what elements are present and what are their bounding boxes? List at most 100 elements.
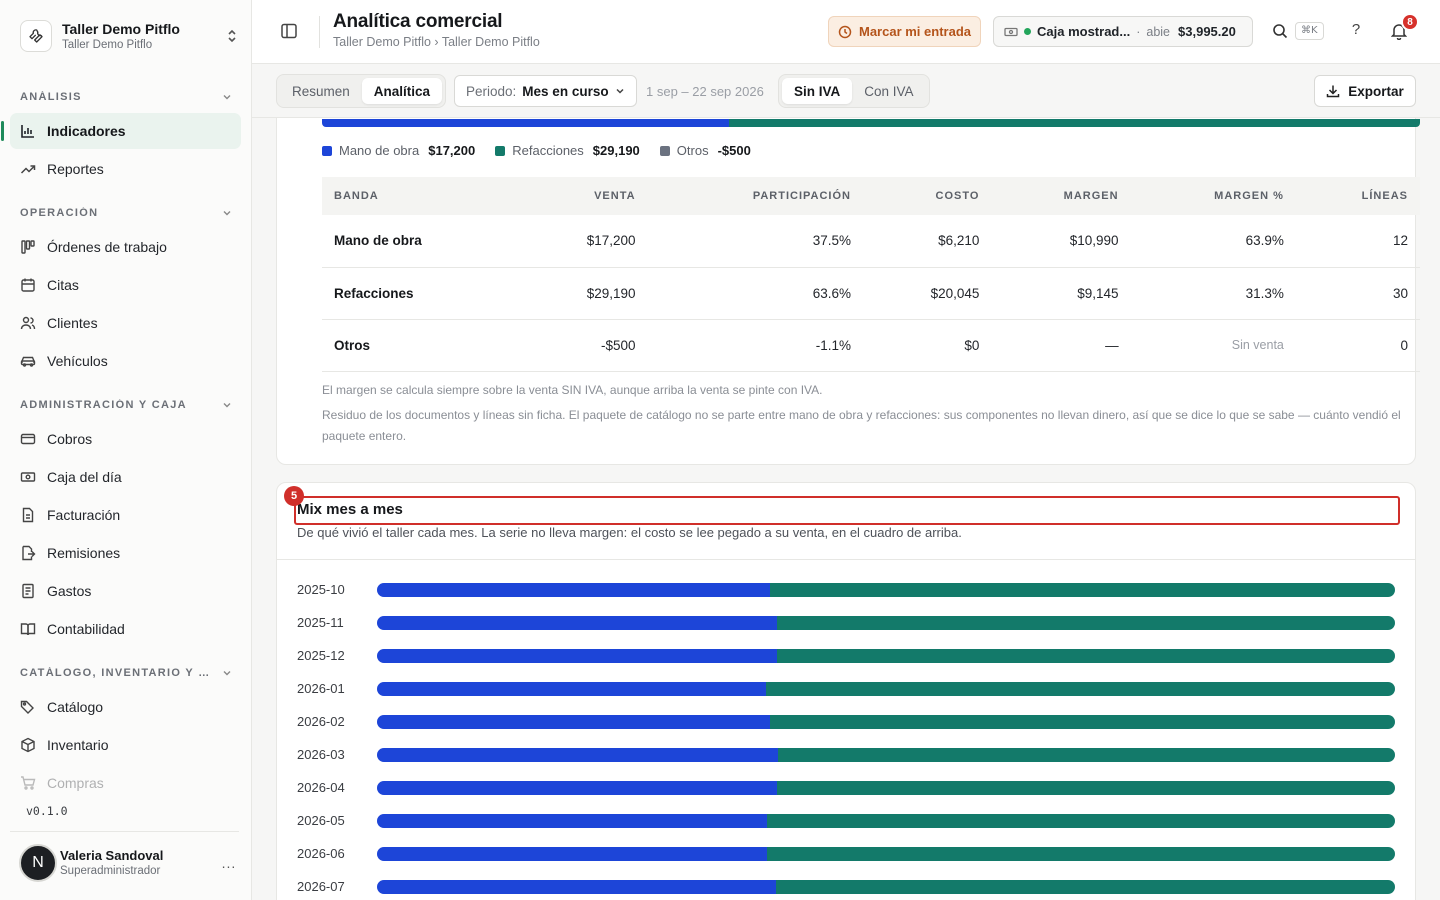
sidebar-item-remisiones[interactable]: Remisiones <box>10 535 241 571</box>
mix-row: 2026-01 <box>297 672 1395 705</box>
sidebar-item-inventario[interactable]: Inventario <box>10 727 241 763</box>
legend-item: Mano de obra $17,200 <box>322 143 475 158</box>
bands-card: Mano de obra $17,200 Refacciones $29,190… <box>276 118 1420 465</box>
sidebar-item-label: Inventario <box>47 737 109 753</box>
sidebar-item-cobros[interactable]: Cobros <box>10 421 241 457</box>
mix-segment-mano-de-obra <box>377 582 770 597</box>
section-operacion[interactable]: OPERACIÓN <box>20 207 232 219</box>
legend-value: $29,190 <box>592 143 640 158</box>
workspace-name: Taller Demo Pitflo <box>62 20 180 37</box>
mark-entry-label: Marcar mi entrada <box>859 24 971 39</box>
period-label: Periodo: <box>466 83 517 99</box>
sidebar-item-label: Caja del día <box>47 469 122 485</box>
col-header[interactable]: LÍNEAS <box>1295 177 1420 215</box>
sidebar-item-label: Compras <box>47 775 104 791</box>
users-icon <box>20 315 36 331</box>
caja-amount: $3,995.20 <box>1178 24 1236 39</box>
mix-bar[interactable] <box>377 846 1395 861</box>
chevron-down-icon <box>223 95 231 100</box>
bands-legend: Mano de obra $17,200 Refacciones $29,190… <box>322 143 751 158</box>
date-range: 1 sep – 22 sep 2026 <box>646 84 764 99</box>
mix-segment-refacciones <box>776 879 1395 894</box>
receipt-icon <box>20 583 36 599</box>
tab-analitica[interactable]: Analítica <box>361 78 443 104</box>
mix-chart: 2025-10 2025-11 2025-12 2026-01 2026-02 2026-… <box>297 573 1395 900</box>
help-icon[interactable]: ? <box>1348 21 1364 38</box>
period-select[interactable]: Periodo: Mes en curso <box>454 75 637 107</box>
notification-badge: 8 <box>1401 13 1419 31</box>
mix-bar[interactable] <box>377 648 1395 663</box>
section-catalogo[interactable]: CATÁLOGO, INVENTARIO Y CO... <box>20 667 232 679</box>
cell-lineas: 30 <box>1295 267 1420 320</box>
sidebar-item-ordenes[interactable]: Órdenes de trabajo <box>10 229 241 265</box>
sidebar-item-label: Facturación <box>47 507 121 523</box>
mix-bar[interactable] <box>377 879 1395 894</box>
cell-costo: $0 <box>863 319 992 372</box>
sidebar-item-clientes[interactable]: Clientes <box>10 305 241 341</box>
col-header[interactable]: PARTICIPACIÓN <box>647 177 863 215</box>
mix-row: 2026-05 <box>297 804 1395 837</box>
search-icon[interactable] <box>1272 23 1290 41</box>
sidebar-item-contabilidad[interactable]: Contabilidad <box>10 611 241 647</box>
highlight-box <box>294 496 1400 525</box>
section-analisis[interactable]: ANÁLISIS <box>20 91 232 103</box>
user-name: Valeria Sandoval <box>60 848 164 863</box>
sidebar-item-reportes[interactable]: Reportes <box>10 151 241 187</box>
col-header[interactable]: MARGEN % <box>1130 177 1296 215</box>
mix-bar[interactable] <box>377 681 1395 696</box>
mix-month-label: 2026-06 <box>297 846 345 861</box>
chevron-down-icon <box>223 211 231 216</box>
bands-stack-bar <box>322 119 1420 127</box>
mix-segment-mano-de-obra <box>377 681 766 696</box>
mix-month-label: 2026-07 <box>297 879 345 894</box>
mark-entry-button[interactable]: Marcar mi entrada <box>828 16 981 47</box>
mix-bar[interactable] <box>377 714 1395 729</box>
cell-participacion: 37.5% <box>647 215 863 268</box>
sidebar-item-facturacion[interactable]: Facturación <box>10 497 241 533</box>
margin-note: El margen se calcula siempre sobre la ve… <box>322 383 823 397</box>
mix-bar[interactable] <box>377 747 1395 762</box>
cell-margen: $9,145 <box>991 267 1131 320</box>
cell-margen-pct: 63.9% <box>1130 215 1296 268</box>
col-header[interactable]: BANDA <box>322 177 520 215</box>
kanban-icon <box>20 239 36 255</box>
mix-card-header: Mix mes a mes De qué vivió el taller cad… <box>277 483 1415 560</box>
sidebar-item-vehiculos[interactable]: Vehículos <box>10 343 241 379</box>
sidebar-item-citas[interactable]: Citas <box>10 267 241 303</box>
document-icon <box>20 507 36 523</box>
caja-name: Caja mostrad... <box>1037 24 1131 39</box>
sidebar-item-catalogo[interactable]: Catálogo <box>10 689 241 725</box>
col-header[interactable]: MARGEN <box>991 177 1131 215</box>
mix-row: 2025-10 <box>297 573 1395 606</box>
col-header[interactable]: COSTO <box>863 177 992 215</box>
sidebar-item-label: Órdenes de trabajo <box>47 239 167 255</box>
sidebar-item-compras[interactable]: Compras <box>10 765 241 801</box>
mix-bar[interactable] <box>377 615 1395 630</box>
user-menu[interactable]: N Valeria Sandoval Superadministrador ..… <box>19 843 239 883</box>
mix-bar[interactable] <box>377 582 1395 597</box>
mix-bar[interactable] <box>377 813 1395 828</box>
sidebar-item-indicadores[interactable]: Indicadores <box>1 113 241 149</box>
sidebar-item-label: Reportes <box>47 161 104 177</box>
tax-toggle: Sin IVA Con IVA <box>778 74 930 108</box>
mix-bar[interactable] <box>377 780 1395 795</box>
cell-venta: $29,190 <box>519 267 648 320</box>
col-header[interactable]: VENTA <box>519 177 648 215</box>
export-button[interactable]: Exportar <box>1314 75 1416 107</box>
tab-con-iva[interactable]: Con IVA <box>852 78 925 104</box>
sidebar-item-gastos[interactable]: Gastos <box>10 573 241 609</box>
sidebar-item-caja-del-dia[interactable]: Caja del día <box>10 459 241 495</box>
section-administracion[interactable]: ADMINISTRACIÓN Y CAJA <box>20 399 232 411</box>
credit-card-icon <box>20 431 36 447</box>
tab-sin-iva[interactable]: Sin IVA <box>782 78 853 104</box>
sidebar-toggle-icon[interactable] <box>280 22 300 42</box>
more-icon[interactable]: ... <box>219 855 239 871</box>
divider <box>10 831 239 832</box>
step-badge: 5 <box>284 486 304 506</box>
mix-segment-refacciones <box>769 582 1395 597</box>
workspace-switcher[interactable]: Taller Demo Pitflo Taller Demo Pitflo <box>20 17 240 55</box>
mix-segment-refacciones <box>766 813 1395 828</box>
cash-register-selector[interactable]: Caja mostrad... · abie $3,995.20 <box>993 16 1253 47</box>
breadcrumb: Taller Demo Pitflo › Taller Demo Pitflo <box>333 35 540 49</box>
tab-resumen[interactable]: Resumen <box>280 78 362 104</box>
